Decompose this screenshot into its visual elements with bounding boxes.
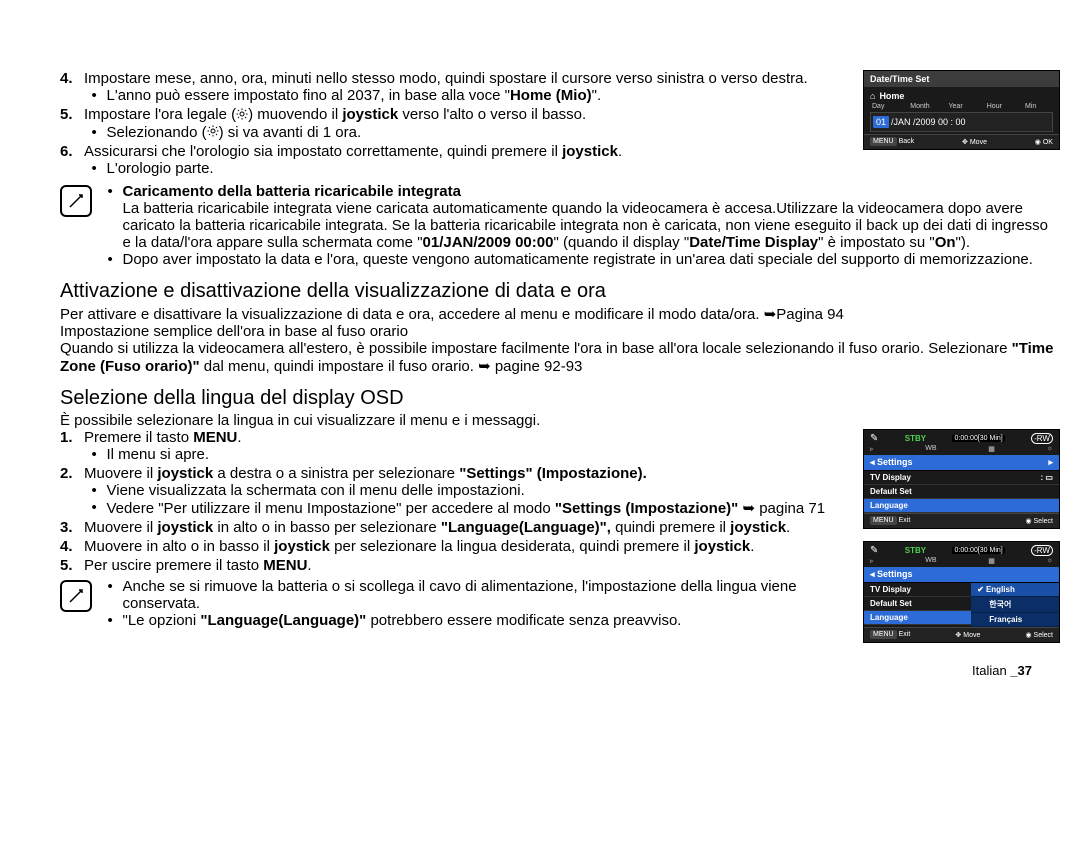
lcd-datetime-set: Date/Time Set ⌂Home Day Month Year Hour … — [863, 70, 1060, 150]
lcd-settings-menu: ✎ STBY 0:00:00[30 Min] -RW ▹WB▦☼ ◂ Setti… — [863, 429, 1060, 529]
steps-list: Impostare mese, anno, ora, minuti nello … — [60, 70, 851, 177]
sun-icon — [236, 107, 248, 124]
note1-title: Caricamento della batteria ricaricabile … — [123, 183, 461, 200]
sun-icon — [207, 124, 219, 141]
note-icon — [60, 580, 92, 612]
page-footer: Italian _37 — [60, 663, 1060, 678]
step4-text: Impostare mese, anno, ora, minuti nello … — [84, 70, 808, 87]
home-icon: ⌂ — [870, 91, 875, 101]
lcd-language-submenu: ✎ STBY 0:00:00[30 Min] -RW ▹WB▦☼ ◂ Setti… — [863, 541, 1060, 643]
pencil-icon: ✎ — [870, 545, 878, 556]
note-icon — [60, 185, 92, 217]
wb-icon: WB — [925, 557, 936, 565]
wb-icon: WB — [925, 445, 936, 453]
tv-icon: : ▭ — [1041, 473, 1053, 482]
joystick-icon: ✥ — [962, 139, 968, 146]
check-icon: ✔ — [977, 585, 984, 594]
section-datetime-display: Attivazione e disattivazione della visua… — [60, 280, 1060, 303]
joystick-icon: ✥ — [955, 632, 961, 639]
section-language: Selezione della lingua del display OSD — [60, 387, 1060, 410]
dot-icon: ◉ — [1025, 518, 1031, 525]
dot-icon: ◉ — [1025, 632, 1031, 639]
pencil-icon: ✎ — [870, 433, 878, 444]
dot-icon: ◉ — [1035, 139, 1041, 146]
language-steps: Premere il tasto MENU. Il menu si apre. … — [60, 429, 851, 574]
